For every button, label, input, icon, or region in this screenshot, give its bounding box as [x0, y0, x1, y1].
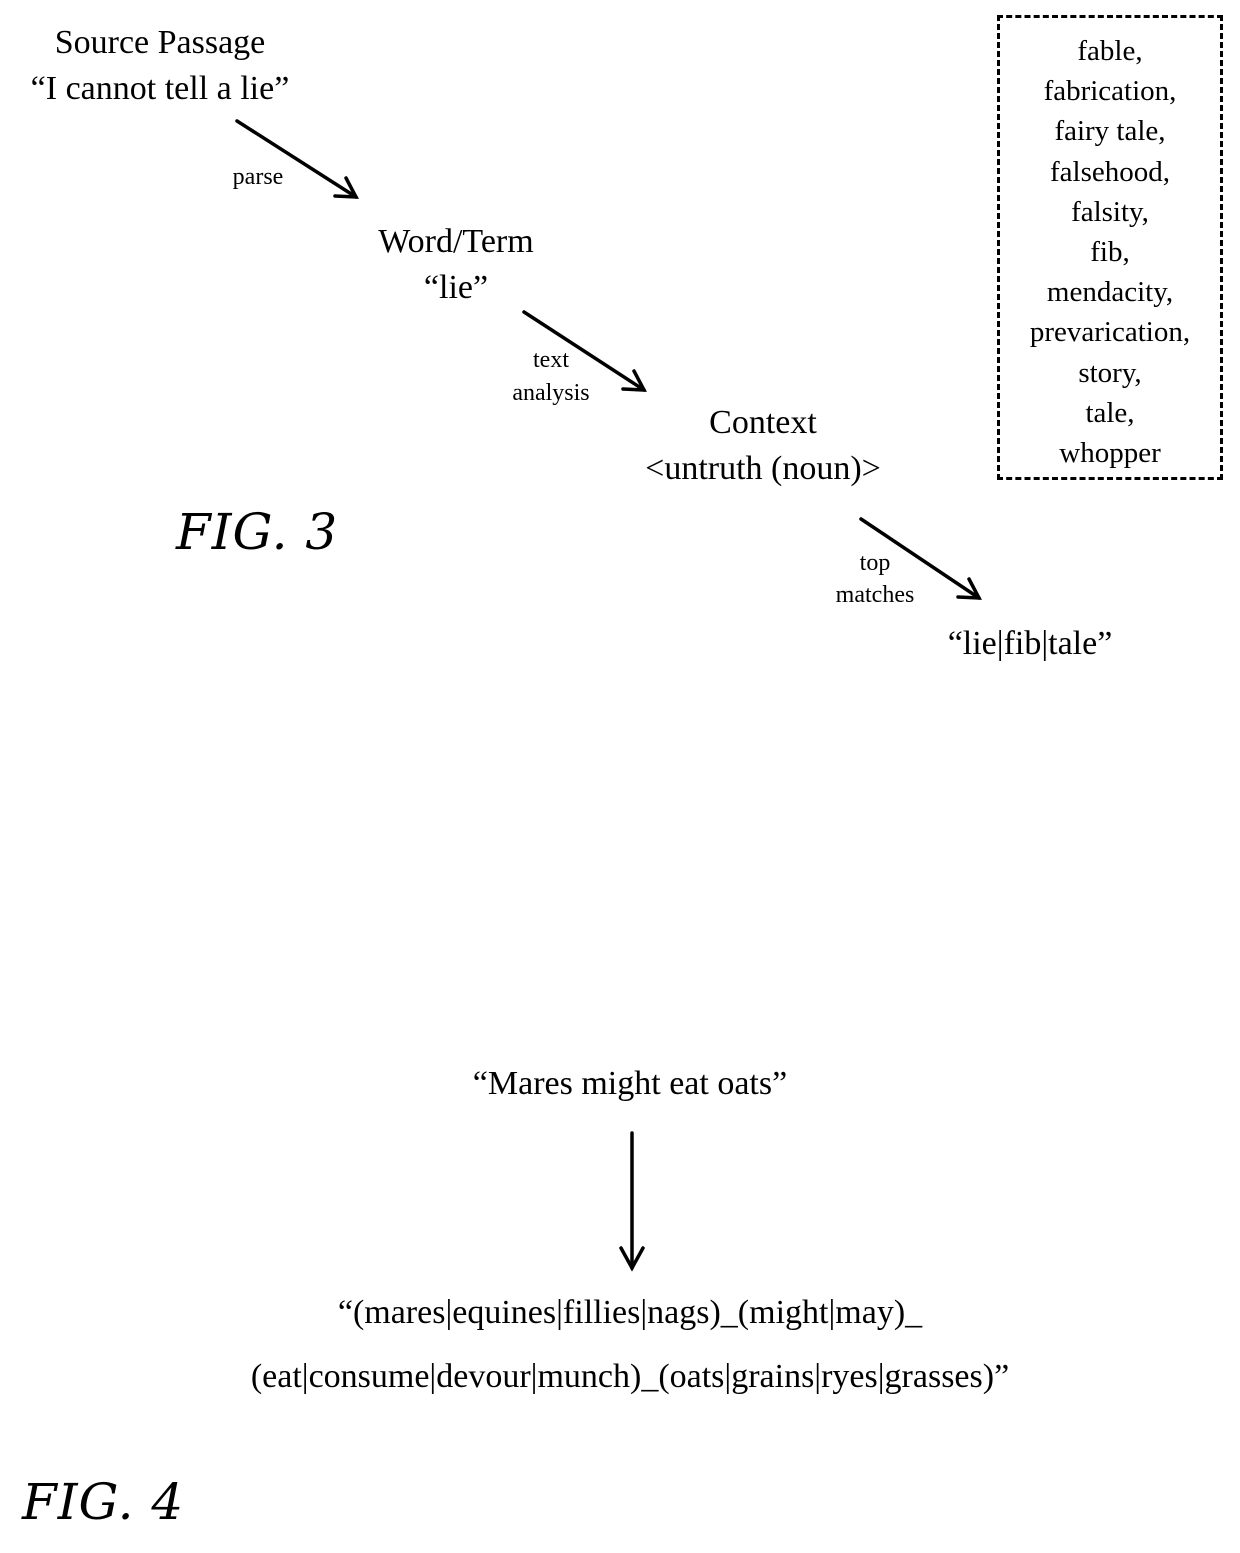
text-analysis-arrow	[522, 310, 647, 392]
parse-arrow	[235, 119, 359, 199]
arrows-layer	[235, 119, 982, 1272]
top-matches-arrow	[859, 517, 982, 600]
fig4-down-arrow	[619, 1131, 645, 1272]
